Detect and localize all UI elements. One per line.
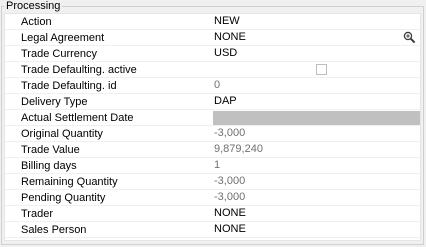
pending-quantity-value: -3,000 — [214, 191, 246, 203]
trade-defaulting-active-value-field — [213, 62, 420, 77]
trader-value: NONE — [214, 207, 246, 219]
group-title: Processing — [4, 0, 63, 12]
action-label: Action — [21, 16, 52, 28]
legal-agreement-label: Legal Agreement — [21, 32, 105, 44]
action-value: NEW — [214, 15, 240, 27]
original-quantity-label: Original Quantity — [21, 128, 103, 140]
trade-currency-value: USD — [214, 47, 238, 59]
trade-value-value-field: 9,879,240 — [213, 142, 420, 157]
row-trader: Trader NONE — [5, 206, 420, 222]
row-actual-settlement-date: Actual Settlement Date — [5, 110, 420, 126]
row-sales-person: Sales Person NONE — [5, 222, 420, 238]
trade-defaulting-id-value-field: 0 — [213, 78, 420, 93]
remaining-quantity-label: Remaining Quantity — [21, 176, 118, 188]
billing-days-label: Billing days — [21, 160, 77, 172]
delivery-type-label: Delivery Type — [21, 96, 88, 108]
pending-quantity-value-field: -3,000 — [213, 190, 420, 205]
delivery-type-value-field[interactable]: DAP — [213, 94, 420, 109]
trade-defaulting-active-label: Trade Defaulting. active — [21, 64, 137, 76]
row-action: Action NEW — [5, 14, 420, 30]
row-billing-days: Billing days 1 — [5, 158, 420, 174]
magnifier-icon[interactable] — [403, 31, 416, 44]
actual-settlement-date-label: Actual Settlement Date — [21, 112, 134, 124]
row-trade-defaulting-id: Trade Defaulting. id 0 — [5, 78, 420, 94]
delivery-type-value: DAP — [214, 95, 237, 107]
sales-person-value: NONE — [214, 223, 246, 235]
trade-currency-value-field[interactable]: USD — [213, 46, 420, 61]
row-legal-agreement: Legal Agreement NONE — [5, 30, 420, 46]
trade-value-value: 9,879,240 — [214, 143, 263, 155]
row-trade-value: Trade Value 9,879,240 — [5, 142, 420, 158]
row-remaining-quantity: Remaining Quantity -3,000 — [5, 174, 420, 190]
legal-agreement-value-field[interactable]: NONE — [213, 30, 420, 45]
trade-defaulting-id-label: Trade Defaulting. id — [21, 80, 117, 92]
row-original-quantity: Original Quantity -3,000 — [5, 126, 420, 142]
trade-currency-label: Trade Currency — [21, 48, 98, 60]
row-delivery-type: Delivery Type DAP — [5, 94, 420, 110]
trade-value-label: Trade Value — [21, 144, 80, 156]
trader-label: Trader — [21, 208, 53, 220]
sales-person-label: Sales Person — [21, 224, 87, 236]
trader-value-field[interactable]: NONE — [213, 206, 420, 221]
sales-person-value-field[interactable]: NONE — [213, 222, 420, 237]
row-trade-currency: Trade Currency USD — [5, 46, 420, 62]
billing-days-value-field: 1 — [213, 158, 420, 173]
trade-defaulting-active-checkbox[interactable] — [316, 64, 327, 75]
action-value-field[interactable]: NEW — [213, 14, 420, 29]
row-trade-defaulting-active: Trade Defaulting. active — [5, 62, 420, 78]
remaining-quantity-value: -3,000 — [214, 175, 246, 187]
original-quantity-value-field: -3,000 — [213, 126, 420, 141]
original-quantity-value: -3,000 — [214, 127, 246, 139]
property-grid: Action NEW Legal Agreement NONE Trade Cu… — [4, 13, 421, 241]
trade-defaulting-id-value: 0 — [214, 79, 221, 91]
processing-panel: Processing Action NEW Legal Agreement NO… — [0, 0, 426, 247]
remaining-quantity-value-field: -3,000 — [213, 174, 420, 189]
row-pending-quantity: Pending Quantity -3,000 — [5, 190, 420, 206]
pending-quantity-label: Pending Quantity — [21, 192, 106, 204]
actual-settlement-date-field — [213, 111, 420, 125]
billing-days-value: 1 — [214, 159, 221, 171]
legal-agreement-value: NONE — [214, 31, 246, 43]
